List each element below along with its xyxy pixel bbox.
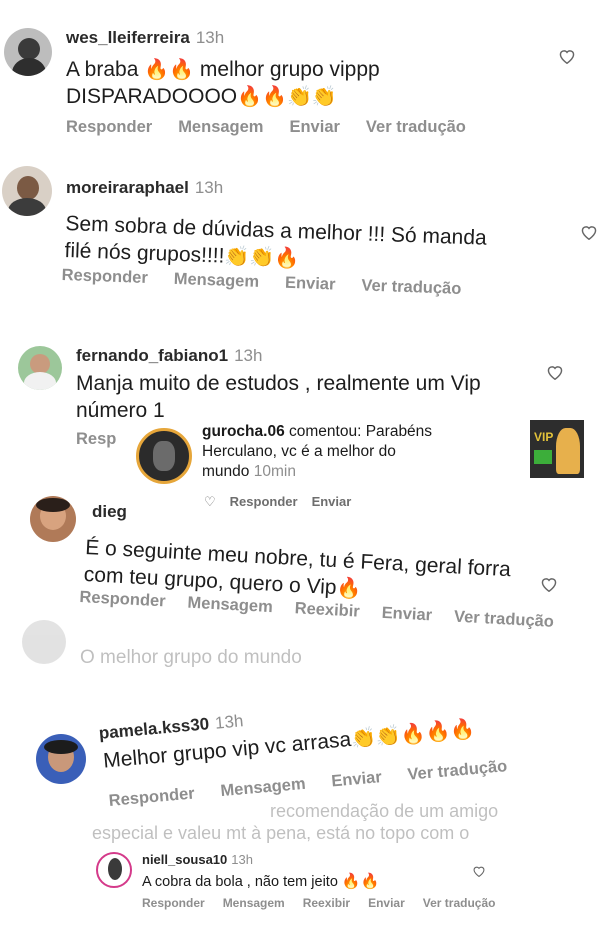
see-translation-button[interactable]: Ver tradução bbox=[361, 276, 462, 298]
comment-username[interactable]: wes_lleiferreira 13h bbox=[66, 28, 224, 48]
post-thumbnail[interactable]: VIP bbox=[530, 420, 584, 478]
like-heart-icon[interactable] bbox=[540, 576, 558, 593]
send-button[interactable]: Enviar bbox=[312, 494, 352, 510]
clap-emoji-icon: 👏 bbox=[349, 724, 377, 751]
clap-emoji-icon: 👏 bbox=[224, 243, 250, 269]
avatar[interactable] bbox=[2, 166, 52, 216]
comment-username[interactable]: dieg bbox=[92, 502, 127, 522]
see-translation-button[interactable]: Ver tradução bbox=[366, 118, 466, 137]
notification-actions: ♡ Responder Enviar bbox=[204, 494, 351, 510]
comment-text: Manja muito de estudos , realmente um Vi… bbox=[76, 372, 481, 422]
notification-time: 10min bbox=[253, 463, 296, 480]
message-button[interactable]: Mensagem bbox=[223, 896, 285, 910]
send-button[interactable]: Enviar bbox=[368, 896, 405, 910]
see-translation-button[interactable]: Ver tradução bbox=[454, 608, 555, 632]
unhide-button[interactable]: Reexibir bbox=[303, 896, 350, 910]
comment-actions: Responder Mensagem Reexibir Enviar Ver t… bbox=[142, 896, 495, 910]
fire-emoji-icon: 🔥 bbox=[169, 57, 195, 81]
reply-button[interactable]: Responder bbox=[142, 896, 205, 910]
comment-actions: Responder Mensagem Enviar Ver tradução bbox=[66, 118, 466, 137]
send-button[interactable]: Enviar bbox=[381, 604, 432, 626]
comment-username[interactable]: fernando_fabiano1 13h bbox=[76, 346, 262, 366]
comment-text: A cobra da bola , não tem jeito 🔥🔥 bbox=[142, 872, 380, 890]
like-heart-icon[interactable] bbox=[558, 48, 576, 65]
fire-emoji-icon: 🔥 bbox=[335, 575, 363, 601]
avatar[interactable] bbox=[36, 734, 86, 784]
comment-username[interactable]: moreiraraphael 13h bbox=[66, 178, 223, 198]
reply-button[interactable]: Responder bbox=[79, 588, 166, 611]
reply-button[interactable]: Resp bbox=[76, 430, 116, 449]
send-button[interactable]: Enviar bbox=[289, 118, 339, 137]
comment-text: O melhor grupo do mundo bbox=[80, 647, 302, 668]
reply-button[interactable]: Responder bbox=[230, 494, 298, 510]
like-heart-icon[interactable] bbox=[546, 364, 564, 381]
comment-text: A braba 🔥🔥 melhor grupo vippp DISPARADOO… bbox=[66, 57, 380, 108]
comment-time: 13h bbox=[234, 346, 263, 365]
avatar bbox=[22, 620, 66, 664]
comment-text: especial e valeu mt à pena, está no topo… bbox=[92, 823, 470, 843]
thumbnail-label: VIP bbox=[534, 430, 554, 444]
fire-emoji-icon: 🔥 bbox=[341, 872, 361, 890]
comment-username[interactable]: niell_sousa10 13h bbox=[142, 852, 253, 867]
avatar[interactable] bbox=[30, 496, 76, 542]
reply-button[interactable]: Responder bbox=[61, 266, 148, 288]
fire-emoji-icon: 🔥 bbox=[399, 720, 427, 747]
like-heart-icon[interactable] bbox=[580, 224, 598, 241]
clap-emoji-icon: 👏 bbox=[311, 84, 337, 108]
message-button[interactable]: Mensagem bbox=[187, 594, 273, 617]
fire-emoji-icon: 🔥 bbox=[273, 245, 300, 271]
fire-emoji-icon: 🔥 bbox=[144, 57, 170, 81]
send-button[interactable]: Enviar bbox=[331, 768, 383, 791]
clap-emoji-icon: 👏 bbox=[248, 244, 275, 270]
fire-emoji-icon: 🔥 bbox=[237, 84, 263, 108]
fire-emoji-icon: 🔥 bbox=[449, 716, 477, 743]
comment-time: 13h bbox=[214, 711, 245, 733]
avatar[interactable] bbox=[4, 28, 52, 76]
notification-text: gurocha.06 comentou: Parabéns Herculano,… bbox=[202, 423, 433, 480]
message-button[interactable]: Mensagem bbox=[178, 118, 263, 137]
notification-username[interactable]: gurocha.06 bbox=[202, 423, 285, 440]
fire-emoji-icon: 🔥 bbox=[262, 84, 287, 108]
see-translation-button[interactable]: Ver tradução bbox=[423, 896, 496, 910]
fire-emoji-icon: 🔥 bbox=[424, 718, 452, 745]
comment-time: 13h bbox=[231, 852, 253, 867]
comment-time: 13h bbox=[195, 28, 225, 47]
fire-emoji-icon: 🔥 bbox=[360, 872, 380, 890]
like-heart-icon[interactable] bbox=[472, 864, 486, 878]
comment-actions: Resp bbox=[76, 430, 116, 449]
heart-icon[interactable]: ♡ bbox=[204, 494, 216, 510]
reply-button[interactable]: Responder bbox=[66, 118, 152, 137]
send-button[interactable]: Enviar bbox=[285, 274, 336, 295]
comment-notification[interactable]: gurocha.06 comentou: Parabéns Herculano,… bbox=[136, 420, 600, 520]
avatar[interactable] bbox=[96, 852, 132, 888]
avatar[interactable] bbox=[136, 428, 192, 484]
avatar[interactable] bbox=[18, 346, 62, 390]
clap-emoji-icon: 👏 bbox=[374, 722, 402, 749]
unhide-button[interactable]: Reexibir bbox=[294, 599, 360, 621]
comment-time: 13h bbox=[194, 178, 224, 197]
message-button[interactable]: Mensagem bbox=[173, 270, 259, 292]
clap-emoji-icon: 👏 bbox=[286, 84, 312, 108]
